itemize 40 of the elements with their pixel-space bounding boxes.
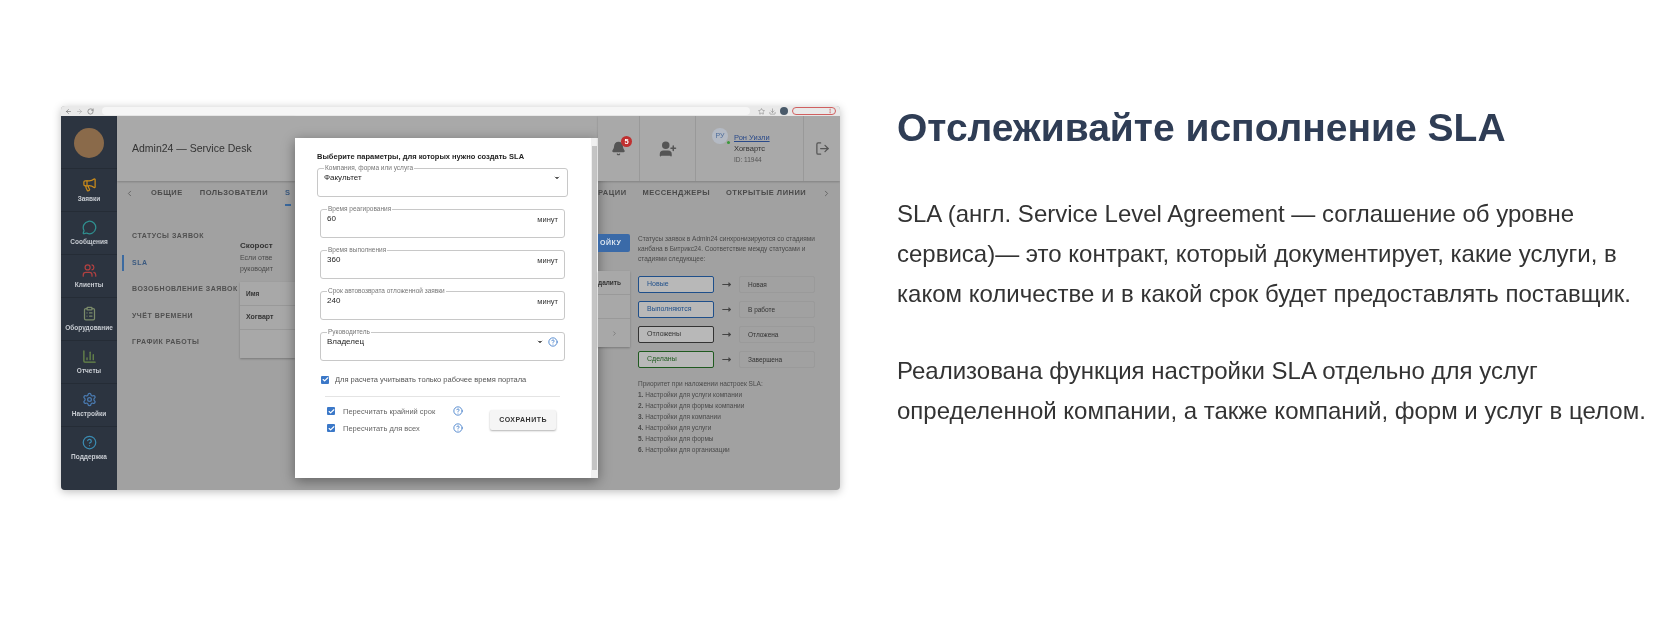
more-icon[interactable] [827, 108, 833, 114]
sidebar-icon[interactable] [81, 434, 97, 450]
field-value: Владелец [327, 336, 365, 349]
back-icon[interactable] [65, 107, 72, 115]
field-value: Факультет [324, 172, 363, 185]
arrow-icon [722, 305, 731, 314]
arrow-icon [722, 330, 731, 339]
next-page-icon[interactable] [610, 329, 618, 337]
help-icon[interactable] [453, 406, 463, 417]
avatar[interactable] [780, 107, 788, 115]
sidebar-icon[interactable] [81, 391, 97, 407]
section-heading: Скорост [240, 240, 274, 252]
reload-icon[interactable] [87, 107, 94, 115]
app-title: Admin24 — Service Desk [132, 140, 252, 156]
scrollbar[interactable] [591, 138, 598, 478]
sidebar-icon[interactable] [81, 176, 97, 192]
bell-icon[interactable] [611, 141, 626, 156]
checkbox[interactable] [327, 424, 335, 433]
arrow-icon [722, 355, 731, 364]
logout-icon[interactable] [814, 141, 830, 156]
field-value: 60 [327, 213, 337, 226]
scroll-left-icon[interactable] [125, 189, 134, 198]
sidebar-icon[interactable] [81, 348, 97, 364]
forward-icon[interactable] [76, 107, 83, 115]
arrow-icon [722, 280, 731, 289]
sidebar-icon[interactable] [81, 262, 97, 278]
description-paragraph: SLA (англ. Service Level Agreement — соглашение об уровне сервиса)— это контракт, который документирует, какие услуги, в каком количестве и в какой срок будет предоставлять поставщик. [897, 199, 1632, 309]
field-value: 240 [327, 295, 342, 308]
sidebar-icon[interactable] [81, 219, 97, 235]
add-user-icon[interactable] [658, 139, 677, 158]
description-paragraph: Реализована функция настройки SLA отдельно для услуг определенной компании, а также компаний, форм и услуг в целом. [897, 356, 1647, 426]
checkbox[interactable] [327, 407, 335, 416]
star-icon[interactable] [758, 107, 765, 115]
section-heading: Отслеживайте исполнение SLA [897, 105, 1507, 151]
avatar [74, 128, 104, 158]
download-icon[interactable] [769, 107, 776, 115]
help-icon[interactable] [453, 423, 463, 434]
checkbox[interactable] [321, 375, 329, 384]
sidebar-icon[interactable] [81, 305, 97, 321]
field-value: 360 [327, 254, 342, 267]
